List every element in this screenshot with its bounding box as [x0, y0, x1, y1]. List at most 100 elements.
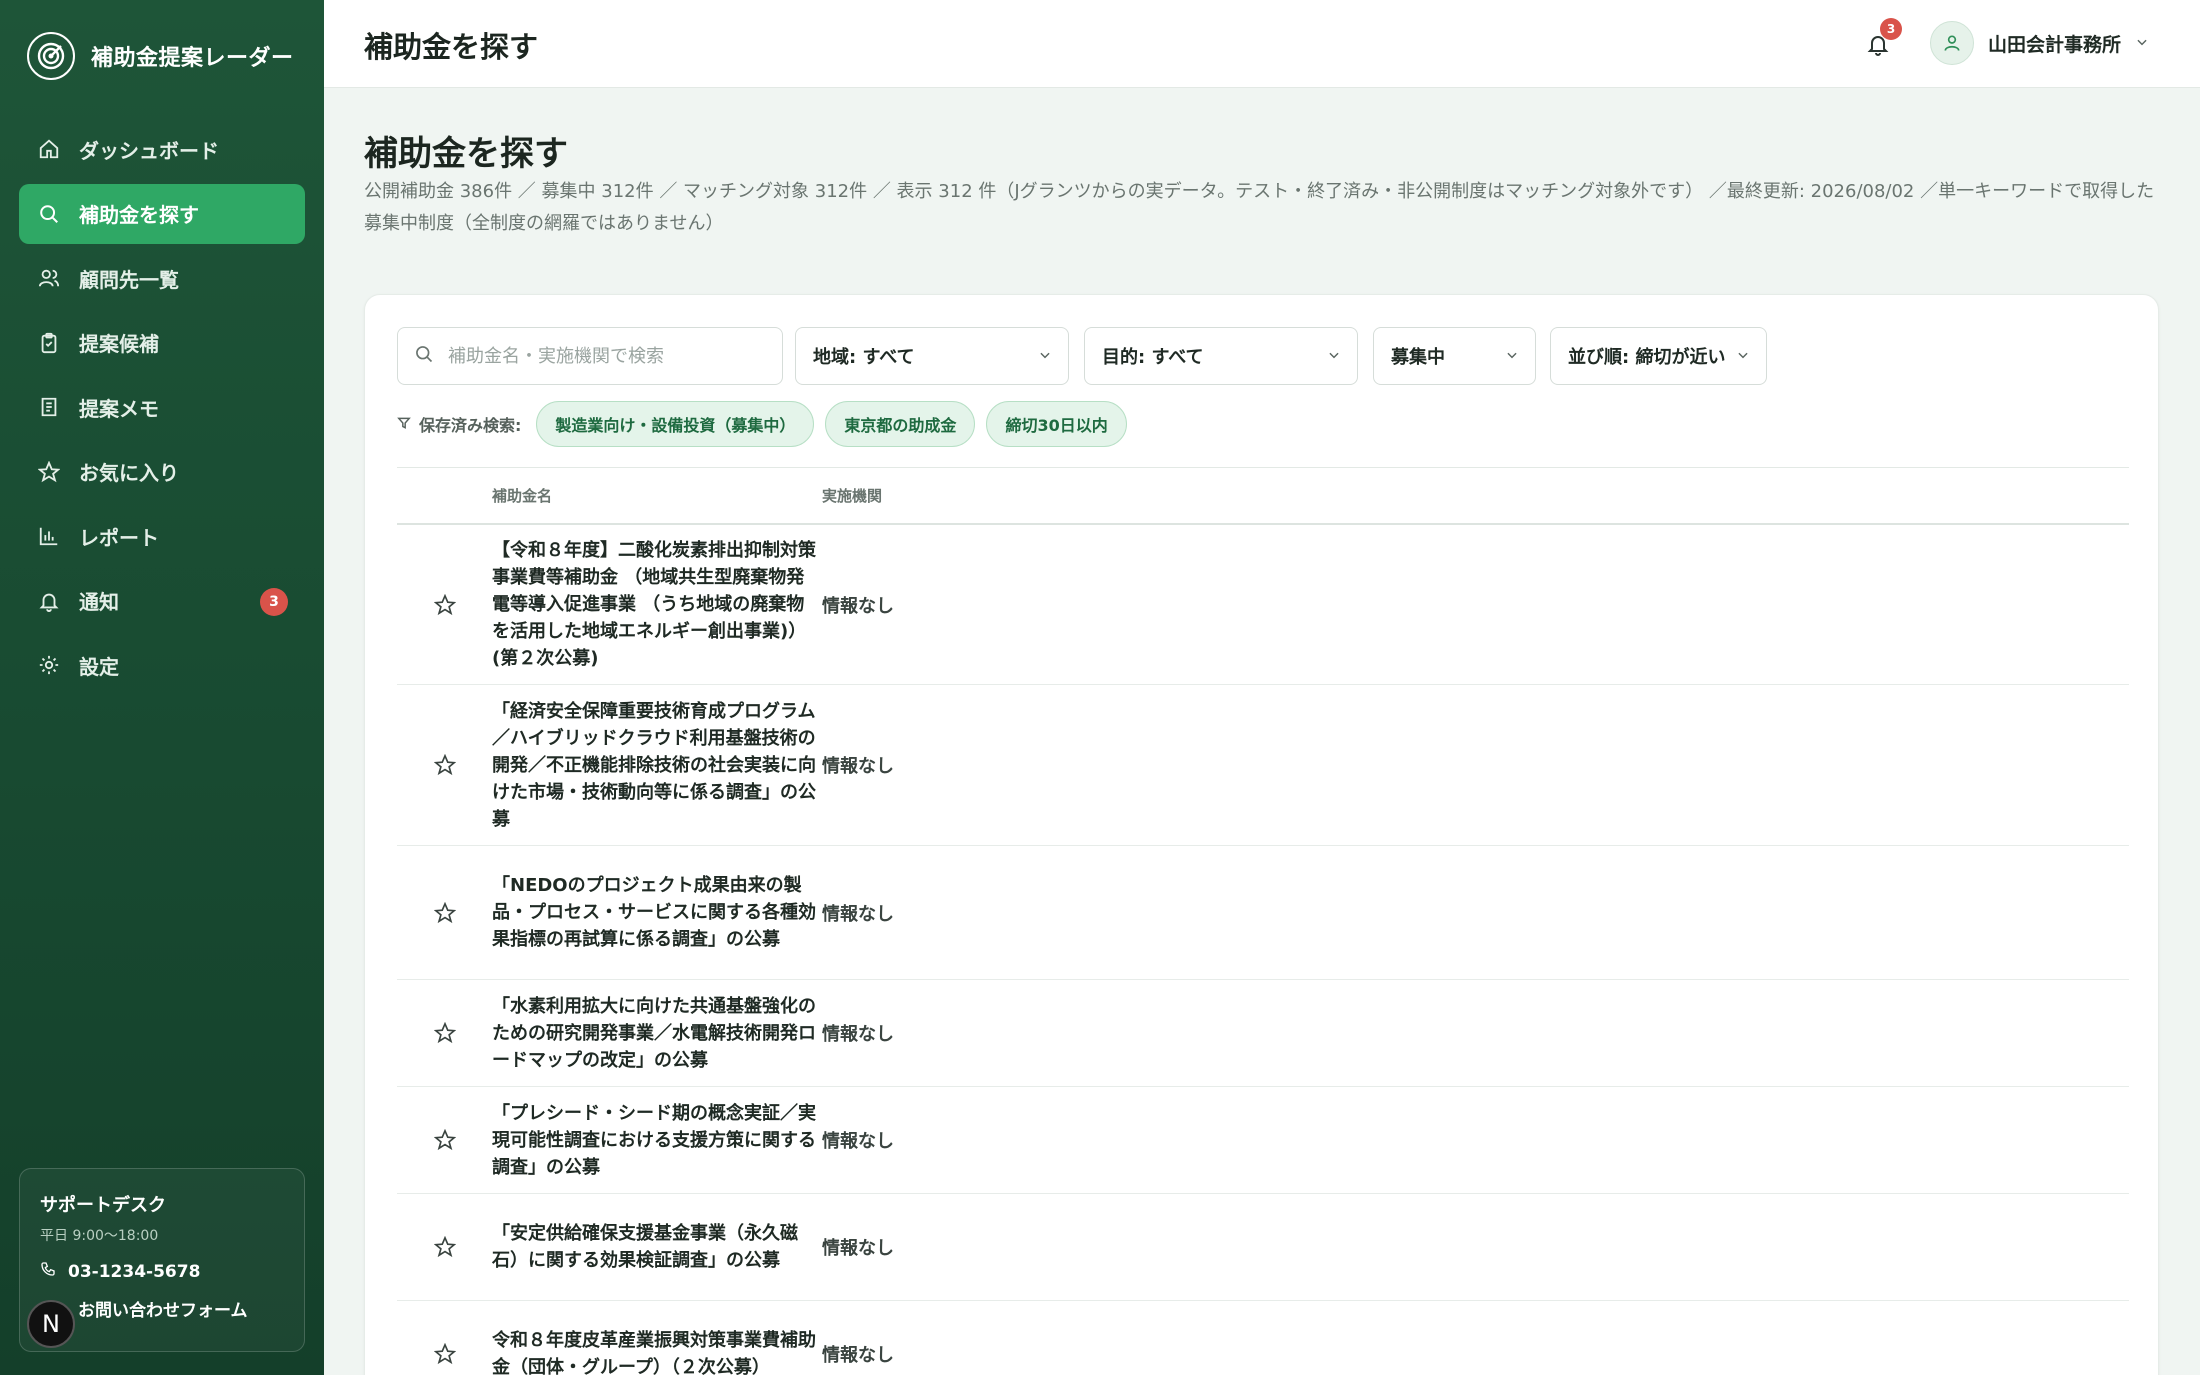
- purpose-select[interactable]: 目的: すべて: [1084, 327, 1358, 385]
- sidebar-item-label: 提案メモ: [79, 396, 159, 421]
- clipboard-check-icon: [37, 331, 61, 355]
- saved-search-chip[interactable]: 製造業向け・設備投資（募集中）: [536, 401, 815, 447]
- gear-icon: [37, 653, 61, 677]
- account-menu[interactable]: 山田会計事務所: [1930, 21, 2149, 65]
- sidebar-item-clients[interactable]: 顧問先一覧: [19, 248, 305, 308]
- favorite-star-icon[interactable]: [397, 901, 492, 924]
- support-phone-number: 03-1234-5678: [68, 1261, 201, 1282]
- sidebar-item-notifications[interactable]: 通知 3: [19, 571, 305, 631]
- subsidy-search-card: 地域: すべて 目的: すべて 募集中 並び順: 締切が近い 保存済み検索: 製…: [364, 294, 2159, 1375]
- column-header-org[interactable]: 実施機関: [822, 485, 882, 506]
- sidebar-item-label: お気に入り: [79, 461, 179, 485]
- chevron-down-icon: [1038, 346, 1052, 367]
- subsidy-table: 補助金名 実施機関 【令和８年度】二酸化炭素排出抑制対策事業費等補助金 （地域共…: [397, 467, 2129, 1375]
- sidebar-item-reports[interactable]: レポート: [19, 506, 305, 566]
- radar-logo-icon: [27, 32, 75, 80]
- sidebar-item-label: レポート: [79, 525, 159, 550]
- sidebar-item-find-subsidies[interactable]: 補助金を探す: [19, 183, 305, 244]
- phone-icon: [40, 1261, 56, 1282]
- sidebar-item-favorites[interactable]: お気に入り: [19, 442, 305, 502]
- sidebar-item-label: 顧問先一覧: [79, 267, 179, 292]
- avatar: [1930, 21, 1974, 65]
- sidebar: 補助金提案レーダー ダッシュボード 補助金を探す 顧問先一覧 提案候補 提案メモ…: [0, 0, 324, 1375]
- chevron-down-icon: [1736, 346, 1750, 367]
- memo-icon: [37, 395, 61, 419]
- subsidy-org: 情報なし: [822, 1238, 894, 1259]
- search-icon: [37, 202, 61, 226]
- saved-searches-label: 保存済み検索:: [397, 412, 521, 436]
- contact-form-label: お問い合わせフォーム: [78, 1301, 248, 1321]
- bell-icon: [37, 589, 61, 613]
- top-bar: 補助金を探す 3 山田会計事務所: [324, 0, 2200, 88]
- support-title: サポートデスク: [40, 1195, 166, 1216]
- subsidy-org: 情報なし: [822, 756, 894, 777]
- notification-badge: 3: [1880, 18, 1902, 40]
- subsidy-org: 情報なし: [822, 903, 894, 925]
- favorite-star-icon[interactable]: [397, 593, 492, 616]
- subsidy-name[interactable]: 【令和８年度】二酸化炭素排出抑制対策事業費等補助金 （地域共生型廃棄物発電等導入…: [492, 537, 822, 672]
- saved-search-chip[interactable]: 締切30日以内: [986, 401, 1127, 447]
- brand[interactable]: 補助金提案レーダー: [27, 32, 294, 80]
- saved-search-chip[interactable]: 東京都の助成金: [825, 401, 976, 447]
- search-input[interactable]: [448, 345, 768, 367]
- support-phone[interactable]: 03-1234-5678: [40, 1261, 284, 1282]
- bar-chart-icon: [37, 524, 61, 548]
- favorite-star-icon[interactable]: [397, 1236, 492, 1258]
- table-row[interactable]: 「安定供給確保支援基金事業（永久磁石）に関する効果検証調査」の公募 情報なし: [397, 1194, 2129, 1301]
- table-row[interactable]: 「NEDOのプロジェクト成果由来の製品・プロセス・サービスに関する各種効果指標の…: [397, 846, 2129, 980]
- subsidy-name[interactable]: 「プレシード・シード期の概念実証／実現可能性調査における支援方策に関する調査」の…: [492, 1100, 822, 1181]
- favorite-star-icon[interactable]: [397, 1343, 492, 1365]
- contact-form-link[interactable]: お問い合わせフォーム: [40, 1296, 284, 1321]
- favorite-star-icon[interactable]: [397, 754, 492, 776]
- status-select-value: 募集中: [1391, 347, 1445, 368]
- search-field[interactable]: [397, 327, 783, 385]
- sidebar-item-label: 通知: [79, 590, 119, 614]
- subsidy-name[interactable]: 令和８年度皮革産業振興対策事業費補助金（団体・グループ）（２次公募）: [492, 1327, 822, 1375]
- column-header-name[interactable]: 補助金名: [492, 485, 822, 506]
- notification-count-badge: 3: [260, 587, 288, 616]
- notification-bell-button[interactable]: 3: [1862, 18, 1902, 62]
- users-icon: [37, 266, 61, 290]
- search-icon: [414, 344, 434, 368]
- table-header: 補助金名 実施機関: [397, 468, 2129, 525]
- saved-searches-label-text: 保存済み検索:: [419, 416, 522, 435]
- chevron-down-icon: [2135, 34, 2149, 53]
- subsidy-name[interactable]: 「NEDOのプロジェクト成果由来の製品・プロセス・サービスに関する各種効果指標の…: [492, 872, 822, 953]
- subsidy-name[interactable]: 「安定供給確保支援基金事業（永久磁石）に関する効果検証調査」の公募: [492, 1220, 822, 1274]
- favorite-star-icon[interactable]: [397, 1022, 492, 1044]
- status-select[interactable]: 募集中: [1373, 327, 1536, 385]
- sidebar-item-memos[interactable]: 提案メモ: [19, 377, 305, 437]
- region-select[interactable]: 地域: すべて: [795, 327, 1069, 385]
- region-select-value: 地域: すべて: [813, 347, 915, 368]
- home-icon: [37, 137, 61, 161]
- purpose-select-value: 目的: すべて: [1102, 347, 1204, 368]
- subsidy-org: 情報なし: [822, 1345, 894, 1366]
- star-icon: [37, 460, 61, 484]
- sort-select[interactable]: 並び順: 締切が近い: [1550, 327, 1767, 385]
- filter-icon: [397, 415, 411, 434]
- sidebar-item-label: 補助金を探す: [79, 203, 199, 227]
- brand-title: 補助金提案レーダー: [91, 46, 294, 71]
- page-description: 公開補助金 386件 ／ 募集中 312件 ／ マッチング対象 312件 ／ 表…: [364, 181, 2155, 234]
- sidebar-item-label: ダッシュボード: [79, 138, 219, 163]
- sidebar-item-settings[interactable]: 設定: [19, 635, 305, 695]
- favorite-star-icon[interactable]: [397, 1129, 492, 1151]
- account-name: 山田会計事務所: [1988, 33, 2122, 56]
- nextjs-dev-icon[interactable]: N: [27, 1300, 75, 1348]
- subsidy-org: 情報なし: [822, 595, 894, 617]
- subsidy-name[interactable]: 「水素利用拡大に向けた共通基盤強化のための研究開発事業／水電解技術開発ロードマッ…: [492, 993, 822, 1074]
- sidebar-item-candidates[interactable]: 提案候補: [19, 313, 305, 373]
- sort-select-value: 並び順: 締切が近い: [1568, 347, 1726, 368]
- table-row[interactable]: 【令和８年度】二酸化炭素排出抑制対策事業費等補助金 （地域共生型廃棄物発電等導入…: [397, 525, 2129, 685]
- page-title: 補助金を探す: [364, 134, 568, 174]
- table-row[interactable]: 「水素利用拡大に向けた共通基盤強化のための研究開発事業／水電解技術開発ロードマッ…: [397, 980, 2129, 1087]
- support-hours: 平日 9:00〜18:00: [40, 1228, 159, 1244]
- table-row[interactable]: 「プレシード・シード期の概念実証／実現可能性調査における支援方策に関する調査」の…: [397, 1087, 2129, 1194]
- subsidy-name[interactable]: 「経済安全保障重要技術育成プログラム／ハイブリッドクラウド利用基盤技術の開発／不…: [492, 698, 822, 833]
- sidebar-nav: ダッシュボード 補助金を探す 顧問先一覧 提案候補 提案メモ お気に入り レポー…: [19, 119, 305, 700]
- table-row[interactable]: 「経済安全保障重要技術育成プログラム／ハイブリッドクラウド利用基盤技術の開発／不…: [397, 685, 2129, 846]
- table-row[interactable]: 令和８年度皮革産業振興対策事業費補助金（団体・グループ）（２次公募） 情報なし: [397, 1301, 2129, 1375]
- sidebar-item-dashboard[interactable]: ダッシュボード: [19, 119, 305, 179]
- subsidy-org: 情報なし: [822, 1024, 894, 1045]
- sidebar-item-label: 提案候補: [79, 332, 159, 356]
